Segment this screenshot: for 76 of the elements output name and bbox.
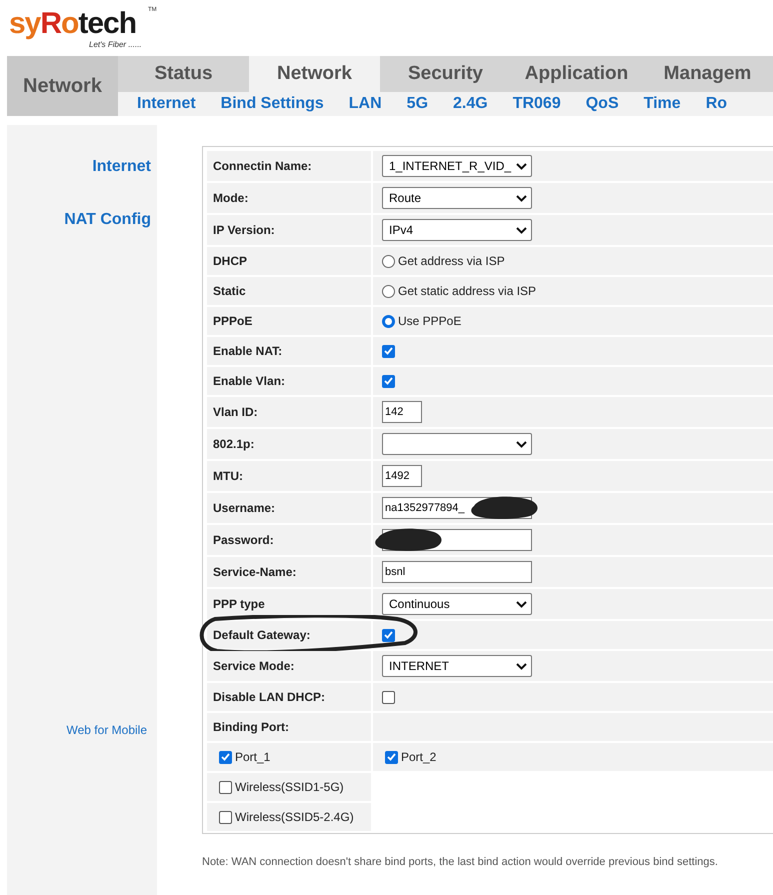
chevron-down-icon bbox=[516, 600, 527, 608]
field-label: Service-Name: bbox=[213, 564, 296, 581]
field-label: PPPoE bbox=[213, 313, 252, 330]
dropdown[interactable]: INTERNET bbox=[382, 655, 532, 677]
field-label: Enable Vlan: bbox=[213, 373, 286, 390]
subnav-link[interactable]: Ro bbox=[706, 92, 728, 116]
field-label: Default Gateway: bbox=[213, 627, 310, 644]
nav-tab[interactable]: Network bbox=[249, 56, 380, 92]
field-label: MTU: bbox=[213, 468, 243, 485]
field-label: Enable NAT: bbox=[213, 343, 282, 360]
field-label: Static bbox=[213, 283, 246, 300]
checkbox[interactable] bbox=[382, 628, 395, 642]
option-label: Use PPPoE bbox=[398, 313, 462, 330]
chevron-down-icon bbox=[516, 440, 527, 448]
port-label: Wireless(SSID1-5G) bbox=[235, 779, 344, 796]
note-text: Note: WAN connection doesn't share bind ports, the last bind action would override previous bind settings. bbox=[202, 855, 719, 870]
radio-button[interactable] bbox=[382, 254, 395, 268]
sidebar-link[interactable]: NAT Config bbox=[64, 208, 151, 232]
logo-letters: sy bbox=[9, 8, 40, 40]
field-label: Username: bbox=[213, 500, 276, 517]
nav-tab[interactable]: Status bbox=[118, 56, 249, 92]
input-field[interactable]: 1492 bbox=[382, 465, 422, 487]
subnav-link[interactable]: 5G bbox=[406, 92, 428, 116]
option-label: Get static address via ISP bbox=[398, 283, 536, 300]
port-label: Port_1 bbox=[235, 749, 270, 766]
subnav-link[interactable]: LAN bbox=[348, 92, 382, 116]
port-label: Port_2 bbox=[401, 749, 436, 766]
nav-tab[interactable]: Managem bbox=[642, 56, 773, 92]
dropdown[interactable]: Continuous bbox=[382, 593, 532, 615]
logo-letters: R bbox=[40, 8, 62, 40]
field-label: PPP type bbox=[213, 596, 265, 613]
radio-button[interactable] bbox=[382, 314, 395, 328]
logo-letters: tech bbox=[78, 8, 136, 40]
subnav-link[interactable]: Bind Settings bbox=[220, 92, 324, 116]
port-label: Wireless(SSID5-2.4G) bbox=[235, 809, 354, 826]
checkbox[interactable] bbox=[382, 690, 395, 704]
dropdown[interactable]: Route bbox=[382, 187, 532, 209]
option-label: Get address via ISP bbox=[398, 253, 505, 270]
chevron-down-icon bbox=[516, 662, 527, 670]
field-label: Disable LAN DHCP: bbox=[213, 689, 326, 706]
field-label: Service Mode: bbox=[213, 658, 294, 675]
radio-button[interactable] bbox=[382, 284, 395, 298]
field-label: Connectin Name: bbox=[213, 158, 312, 175]
subnav-link[interactable]: Internet bbox=[137, 92, 196, 116]
field-label: Binding Port: bbox=[213, 719, 289, 736]
field-label: 802.1p: bbox=[213, 436, 254, 453]
input-field[interactable]: 142 bbox=[382, 401, 422, 423]
subnav-link[interactable]: Time bbox=[644, 92, 681, 116]
checkbox[interactable] bbox=[385, 750, 398, 764]
subnav-link[interactable]: QoS bbox=[586, 92, 619, 116]
field-label: IP Version: bbox=[213, 222, 275, 239]
checkbox[interactable] bbox=[382, 344, 395, 358]
dropdown[interactable]: IPv4 bbox=[382, 219, 532, 241]
field-label: Vlan ID: bbox=[213, 404, 258, 421]
field-label: Password: bbox=[213, 532, 274, 549]
logo-letters: o bbox=[61, 8, 78, 40]
subnav-link[interactable]: 2.4G bbox=[453, 92, 488, 116]
sidebar-link[interactable]: Internet bbox=[92, 155, 151, 179]
tagline: Let's Fiber ...... bbox=[89, 40, 143, 50]
nav-tab[interactable]: Security bbox=[380, 56, 511, 92]
chevron-down-icon bbox=[516, 162, 527, 170]
chevron-down-icon bbox=[516, 194, 527, 202]
chevron-down-icon bbox=[516, 226, 527, 234]
checkbox[interactable] bbox=[219, 810, 232, 824]
input-field[interactable]: bsnl bbox=[382, 561, 532, 583]
nav-tab[interactable]: Application bbox=[511, 56, 642, 92]
checkbox[interactable] bbox=[219, 750, 232, 764]
checkbox[interactable] bbox=[219, 780, 232, 794]
dropdown[interactable]: 1_INTERNET_R_VID_ bbox=[382, 155, 532, 177]
subnav-link[interactable]: TR069 bbox=[512, 92, 561, 116]
dropdown[interactable] bbox=[382, 433, 532, 455]
field-label: DHCP bbox=[213, 253, 248, 270]
field-label: Mode: bbox=[213, 190, 248, 207]
mobile-link[interactable]: Web for Mobile bbox=[66, 721, 147, 739]
section-title: Network bbox=[7, 56, 118, 116]
checkbox[interactable] bbox=[382, 374, 395, 388]
